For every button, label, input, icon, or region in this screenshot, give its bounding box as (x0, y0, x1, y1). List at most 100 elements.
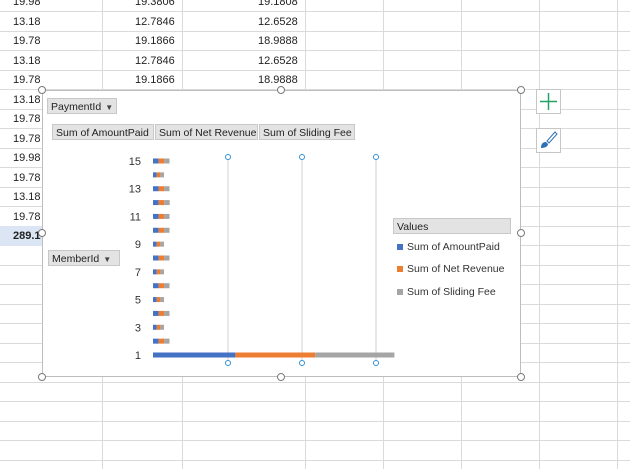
chart-styles-button[interactable] (536, 128, 561, 153)
resize-handle-right[interactable] (517, 229, 525, 237)
cell-amountpaid[interactable]: 19.98 (13, 0, 41, 12)
bar-netrevenue[interactable] (158, 158, 165, 164)
bar-slidingfee[interactable] (160, 297, 165, 303)
bar-netrevenue[interactable] (156, 172, 161, 178)
legend-item-slidingfee[interactable]: Sum of Sliding Fee (397, 285, 496, 299)
resize-handle-top-right[interactable] (517, 86, 525, 94)
bar-netrevenue[interactable] (158, 186, 165, 192)
cell-netrevenue[interactable]: 19.1866 (135, 70, 175, 90)
bar-netrevenue[interactable] (156, 324, 161, 330)
row-divider (0, 50, 630, 51)
cell-amountpaid[interactable]: 19.78 (13, 70, 41, 90)
plot-area[interactable]: 13579111315 (43, 91, 522, 378)
bar-slidingfee[interactable] (160, 172, 165, 178)
bar-slidingfee[interactable] (160, 269, 165, 275)
bar-netrevenue[interactable] (235, 352, 316, 358)
bar-netrevenue[interactable] (158, 338, 165, 344)
paintbrush-icon (541, 131, 558, 148)
cell-amountpaid[interactable]: 19.78 (13, 31, 41, 51)
cell-amountpaid[interactable]: 13.18 (13, 51, 41, 71)
bar-slidingfee[interactable] (164, 227, 170, 233)
row-divider (0, 11, 630, 12)
bar-netrevenue[interactable] (158, 283, 165, 289)
resize-handle-bottom-right[interactable] (517, 373, 525, 381)
legend-item-netrevenue[interactable]: Sum of Net Revenue (397, 262, 504, 276)
row-divider (0, 401, 630, 402)
bar-amountpaid[interactable] (153, 158, 159, 164)
bar-slidingfee[interactable] (164, 310, 170, 316)
y-axis-tick-label: 5 (135, 295, 141, 307)
bar-slidingfee[interactable] (164, 158, 170, 164)
bar-slidingfee[interactable] (164, 283, 170, 289)
bar-netrevenue[interactable] (158, 213, 165, 219)
y-axis-tick-label: 3 (135, 322, 141, 334)
legend-swatch (397, 266, 403, 273)
legend-title[interactable]: Values (393, 218, 511, 234)
row-divider (0, 382, 630, 383)
bar-amountpaid[interactable] (153, 172, 157, 178)
y-axis-tick-label: 9 (135, 239, 141, 251)
bar-netrevenue[interactable] (158, 200, 165, 206)
bar-amountpaid[interactable] (153, 324, 157, 330)
axis-selection-handle (299, 360, 305, 366)
bar-amountpaid[interactable] (153, 283, 159, 289)
bar-slidingfee[interactable] (164, 255, 170, 261)
bar-amountpaid[interactable] (153, 338, 159, 344)
bar-netrevenue[interactable] (158, 255, 165, 261)
bar-slidingfee[interactable] (164, 186, 170, 192)
bar-netrevenue[interactable] (158, 227, 165, 233)
bar-slidingfee[interactable] (164, 338, 170, 344)
bar-amountpaid[interactable] (153, 269, 157, 275)
bar-amountpaid[interactable] (153, 213, 159, 219)
bar-amountpaid[interactable] (153, 310, 159, 316)
resize-handle-bottom[interactable] (277, 373, 285, 381)
bar-netrevenue[interactable] (156, 269, 161, 275)
bar-amountpaid[interactable] (153, 227, 159, 233)
cell-slidingfee[interactable]: 12.6528 (258, 51, 298, 71)
bar-amountpaid[interactable] (153, 241, 157, 247)
legend-item-amountpaid[interactable]: Sum of AmountPaid (397, 240, 500, 254)
bar-amountpaid[interactable] (153, 297, 157, 303)
cell-netrevenue[interactable]: 12.7846 (135, 51, 175, 71)
bar-amountpaid[interactable] (153, 255, 159, 261)
legend-swatch (397, 244, 403, 251)
row-divider (0, 440, 630, 441)
axis-selection-handle (373, 154, 379, 160)
cell-amountpaid[interactable]: 13.18 (13, 187, 41, 207)
cell-amountpaid[interactable]: 13.18 (13, 12, 41, 32)
cell-netrevenue[interactable]: 12.7846 (135, 12, 175, 32)
cell-netrevenue[interactable]: 19.1866 (135, 31, 175, 51)
bar-slidingfee[interactable] (160, 241, 165, 247)
cell-slidingfee[interactable]: 18.9888 (258, 31, 298, 51)
cell-amountpaid[interactable]: 19.78 (13, 129, 41, 149)
y-axis-tick-label: 15 (129, 156, 141, 168)
bar-netrevenue[interactable] (158, 310, 165, 316)
bar-slidingfee[interactable] (164, 213, 170, 219)
cell-amountpaid[interactable]: 19.78 (13, 168, 41, 188)
legend-label: Sum of AmountPaid (407, 241, 500, 253)
cell-amountpaid[interactable]: 19.78 (13, 207, 41, 227)
resize-handle-left[interactable] (38, 229, 46, 237)
resize-handle-top[interactable] (277, 86, 285, 94)
bar-amountpaid[interactable] (153, 186, 159, 192)
bar-slidingfee[interactable] (160, 324, 165, 330)
chart-elements-button[interactable] (536, 89, 561, 114)
bar-slidingfee[interactable] (164, 200, 170, 206)
legend-swatch (397, 289, 403, 296)
cell-amountpaid[interactable]: 19.78 (13, 109, 41, 129)
cell-amountpaid[interactable]: 13.18 (13, 90, 41, 110)
bar-netrevenue[interactable] (156, 241, 161, 247)
y-axis-tick-label: 7 (135, 267, 141, 279)
axis-selection-handle (225, 154, 231, 160)
cell-amountpaid[interactable]: 19.98 (13, 148, 41, 168)
cell-slidingfee[interactable]: 12.6528 (258, 12, 298, 32)
plus-icon (540, 93, 557, 110)
bar-amountpaid[interactable] (153, 352, 236, 358)
bar-slidingfee[interactable] (315, 352, 395, 358)
bar-amountpaid[interactable] (153, 200, 159, 206)
bar-netrevenue[interactable] (156, 297, 161, 303)
resize-handle-bottom-left[interactable] (38, 373, 46, 381)
cell-netrevenue[interactable]: 19.3806 (135, 0, 175, 12)
cell-slidingfee[interactable]: 19.1808 (258, 0, 298, 12)
resize-handle-top-left[interactable] (38, 86, 46, 94)
